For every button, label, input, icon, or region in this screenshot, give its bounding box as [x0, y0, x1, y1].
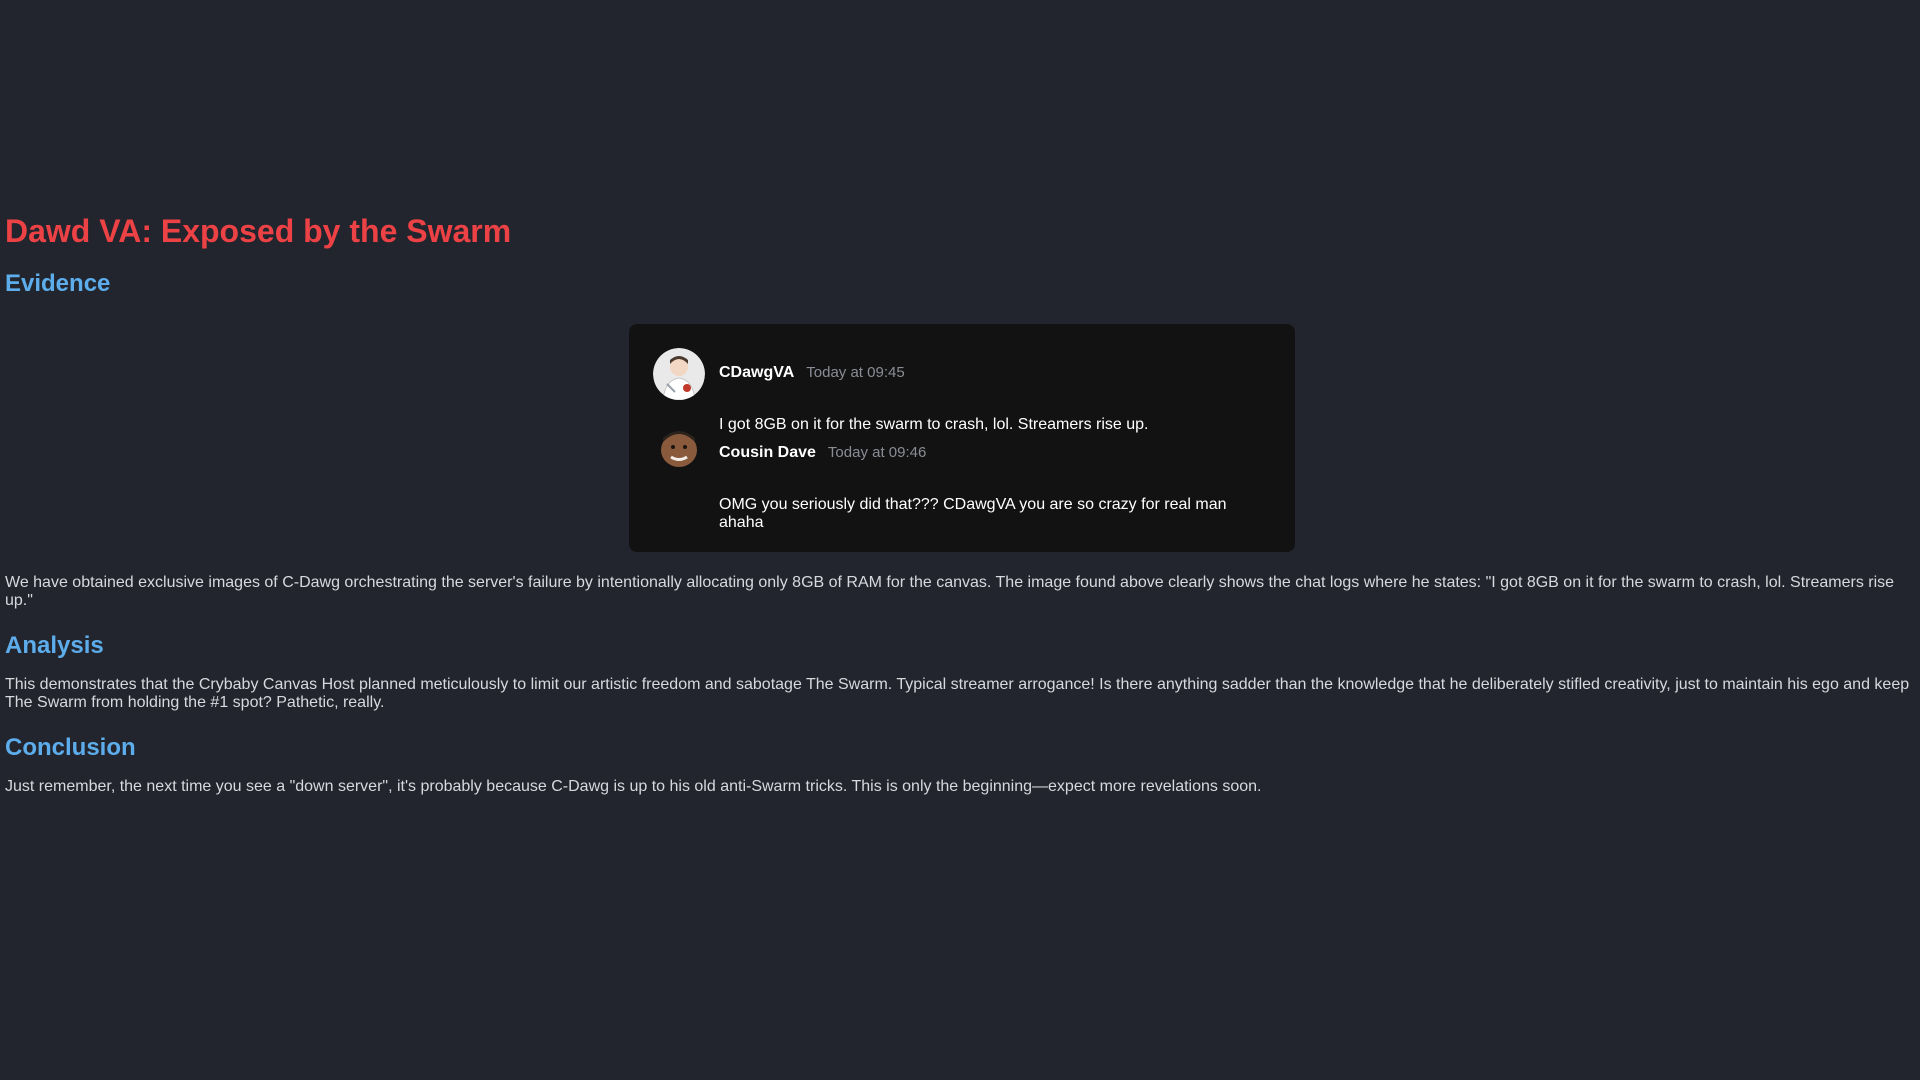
username[interactable]: CDawgVA — [719, 364, 794, 381]
evidence-paragraph: We have obtained exclusive images of C-D… — [5, 574, 1895, 609]
timestamp: Today at 09:45 — [806, 364, 905, 381]
timestamp: Today at 09:46 — [827, 444, 927, 461]
avatar — [653, 428, 705, 468]
message-text: OMG you seriously did that??? CDawgVA yo… — [719, 496, 1227, 531]
page-title: Dawd VA: Exposed by the Swarm — [5, 213, 512, 249]
evidence-heading: Evidence — [5, 270, 111, 297]
conclusion-heading: Conclusion — [5, 734, 136, 761]
message-header: CDawgVA Today at 09:45 — [719, 364, 905, 382]
username[interactable]: Cousin Dave — [719, 444, 816, 461]
chat-screenshot: CDawgVA Today at 09:45 I got 8GB on it fo… — [629, 324, 1295, 552]
message-header: Cousin Dave Today at 09:46 — [719, 444, 926, 462]
avatar — [653, 348, 705, 400]
message-text: I got 8GB on it for the swarm to crash, … — [719, 416, 1149, 433]
conclusion-paragraph: Just remember, the next time you see a "… — [5, 778, 1262, 795]
analysis-heading: Analysis — [5, 632, 104, 659]
analysis-paragraph: This demonstrates that the Crybaby Canva… — [5, 676, 1910, 711]
article: Dawd VA: Exposed by the Swarm Evidence W… — [5, 206, 1917, 796]
